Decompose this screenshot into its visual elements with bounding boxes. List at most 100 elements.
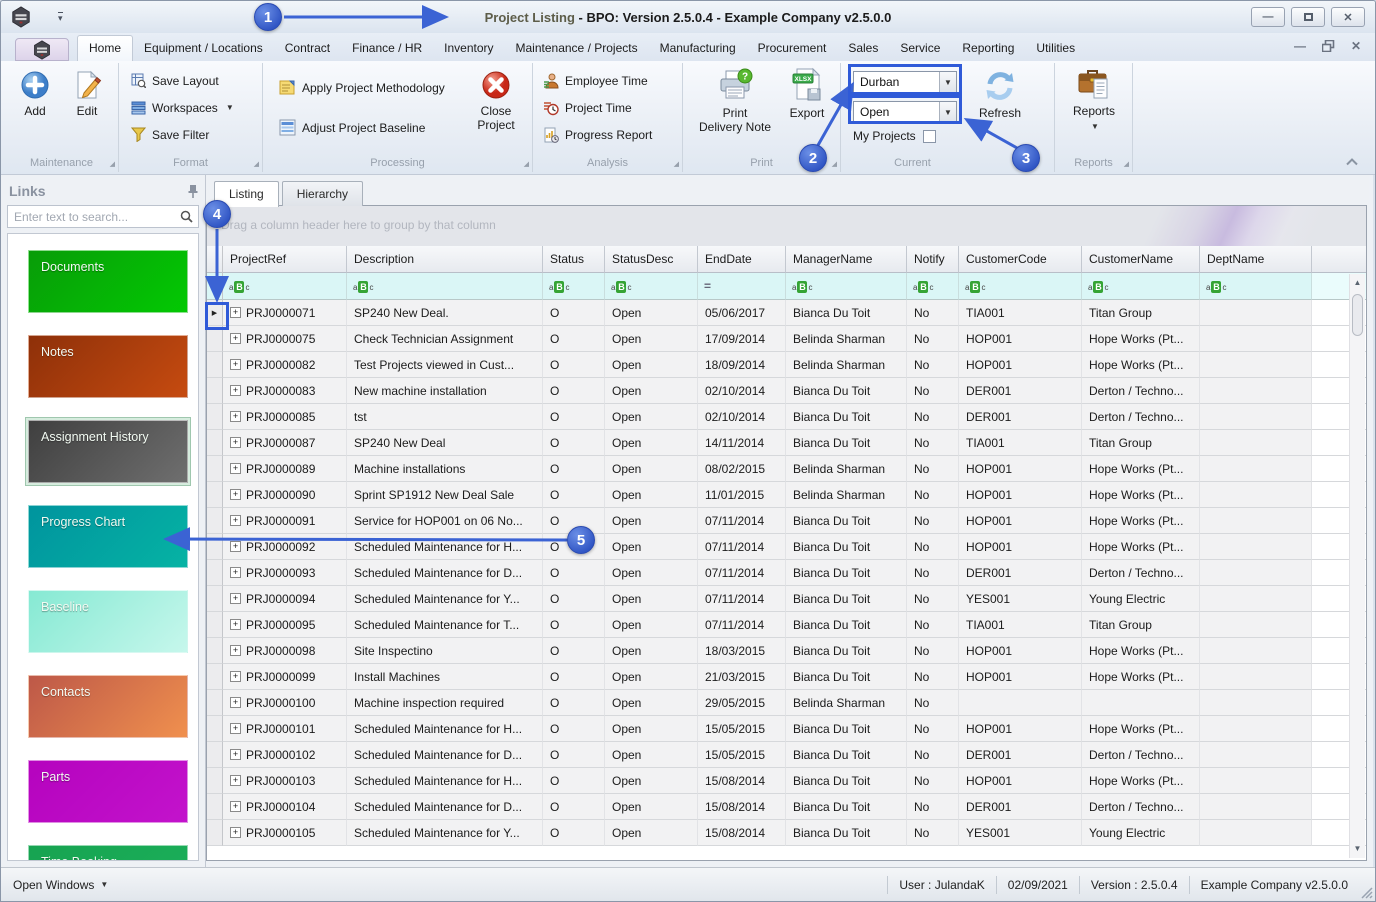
maximize-button[interactable]: [1291, 7, 1325, 27]
save-filter-button[interactable]: Save Filter: [131, 127, 209, 142]
link-tile-progress-chart[interactable]: Progress Chart: [28, 505, 188, 568]
resize-grip-icon[interactable]: [1360, 886, 1373, 899]
grid-tab-hierarchy[interactable]: Hierarchy: [282, 181, 363, 206]
expand-row-icon[interactable]: [230, 385, 241, 396]
analysis-dialog-launcher-icon[interactable]: ◢: [674, 160, 679, 168]
project-time-button[interactable]: Project Time: [543, 100, 632, 116]
close-project-button[interactable]: CloseProject: [467, 69, 525, 132]
employee-time-button[interactable]: Employee Time: [543, 73, 648, 89]
status-combobox[interactable]: Open ▼: [853, 101, 957, 123]
processing-dialog-launcher-icon[interactable]: ◢: [524, 160, 529, 168]
menu-tab-maintenance-projects[interactable]: Maintenance / Projects: [505, 36, 649, 61]
table-row[interactable]: PRJ0000089Machine installationsOOpen08/0…: [207, 456, 1366, 482]
grid-tab-listing[interactable]: Listing: [214, 181, 279, 207]
format-dialog-launcher-icon[interactable]: ◢: [254, 160, 259, 168]
menu-tab-reporting[interactable]: Reporting: [951, 36, 1025, 61]
expand-row-icon[interactable]: [230, 775, 241, 786]
link-tile-notes[interactable]: Notes: [28, 335, 188, 398]
column-header-projectref[interactable]: ProjectRef: [223, 246, 347, 273]
minimize-button[interactable]: —: [1251, 7, 1285, 27]
reports-button[interactable]: Reports▼: [1063, 67, 1125, 132]
expand-row-icon[interactable]: [230, 515, 241, 526]
table-row[interactable]: PRJ0000082Test Projects viewed in Cust..…: [207, 352, 1366, 378]
workspaces-button[interactable]: Workspaces▼: [131, 100, 234, 115]
filter-cell-customername[interactable]: aBc: [1082, 273, 1200, 300]
expand-row-icon[interactable]: [230, 749, 241, 760]
search-icon[interactable]: [180, 210, 193, 223]
save-layout-button[interactable]: Save Layout: [131, 73, 219, 88]
table-row[interactable]: PRJ0000085tstOOpen02/10/2014Bianca Du To…: [207, 404, 1366, 430]
menu-tab-equipment-locations[interactable]: Equipment / Locations: [133, 36, 274, 61]
expand-row-icon[interactable]: [230, 723, 241, 734]
column-header-managername[interactable]: ManagerName: [786, 246, 907, 273]
edit-button[interactable]: Edit: [63, 69, 111, 118]
my-projects-checkbox[interactable]: [923, 130, 936, 143]
table-row[interactable]: PRJ0000099Install MachinesOOpen21/03/201…: [207, 664, 1366, 690]
export-button[interactable]: XLSX Export: [781, 67, 833, 120]
table-row[interactable]: PRJ0000087SP240 New DealOOpen14/11/2014B…: [207, 430, 1366, 456]
maintenance-dialog-launcher-icon[interactable]: ◢: [110, 160, 115, 168]
expand-row-icon[interactable]: [230, 411, 241, 422]
expand-row-icon[interactable]: [230, 697, 241, 708]
expand-row-icon[interactable]: [230, 541, 241, 552]
filter-cell-deptname[interactable]: aBc: [1200, 273, 1312, 300]
filter-cell-customercode[interactable]: aBc: [959, 273, 1082, 300]
column-header-enddate[interactable]: EndDate: [698, 246, 786, 273]
vertical-scrollbar[interactable]: ▲ ▼: [1349, 274, 1365, 858]
expand-row-icon[interactable]: [230, 593, 241, 604]
expand-row-icon[interactable]: [230, 359, 241, 370]
menu-tab-service[interactable]: Service: [889, 36, 951, 61]
expand-row-icon[interactable]: [230, 645, 241, 656]
expand-row-icon[interactable]: [230, 463, 241, 474]
expand-row-icon[interactable]: [230, 827, 241, 838]
expand-row-icon[interactable]: [230, 567, 241, 578]
table-row[interactable]: PRJ0000095Scheduled Maintenance for T...…: [207, 612, 1366, 638]
print-delivery-note-button[interactable]: ? PrintDelivery Note: [697, 67, 773, 134]
table-row[interactable]: PRJ0000094Scheduled Maintenance for Y...…: [207, 586, 1366, 612]
table-row[interactable]: PRJ0000071SP240 New Deal.OOpen05/06/2017…: [207, 300, 1366, 326]
link-tile-time-booking[interactable]: Time Booking: [28, 845, 188, 861]
menu-tab-finance-hr[interactable]: Finance / HR: [341, 36, 433, 61]
filter-cell-description[interactable]: aBc: [347, 273, 543, 300]
scroll-up-icon[interactable]: ▲: [1350, 276, 1365, 290]
menu-tab-sales[interactable]: Sales: [837, 36, 889, 61]
column-header-notify[interactable]: Notify: [907, 246, 959, 273]
mdi-minimize-icon[interactable]: —: [1294, 39, 1306, 53]
add-button[interactable]: Add: [11, 69, 59, 118]
column-header-deptname[interactable]: DeptName: [1200, 246, 1312, 273]
status-combobox-dropdown-icon[interactable]: ▼: [939, 102, 956, 122]
my-projects-checkbox-row[interactable]: My Projects: [853, 129, 936, 143]
filter-cell-managername[interactable]: aBc: [786, 273, 907, 300]
table-row[interactable]: PRJ0000091Service for HOP001 on 06 No...…: [207, 508, 1366, 534]
filter-cell-notify[interactable]: aBc: [907, 273, 959, 300]
open-windows-button[interactable]: Open Windows ▼: [1, 878, 108, 892]
links-search-input[interactable]: [8, 210, 180, 224]
expand-row-icon[interactable]: [230, 671, 241, 682]
close-button[interactable]: ✕: [1331, 7, 1365, 27]
table-row[interactable]: PRJ0000100Machine inspection requiredOOp…: [207, 690, 1366, 716]
link-tile-documents[interactable]: Documents: [28, 250, 188, 313]
mdi-close-icon[interactable]: ✕: [1351, 39, 1361, 53]
table-row[interactable]: PRJ0000103Scheduled Maintenance for H...…: [207, 768, 1366, 794]
table-row[interactable]: PRJ0000083New machine installationOOpen0…: [207, 378, 1366, 404]
links-search-box[interactable]: [7, 205, 199, 228]
link-tile-contacts[interactable]: Contacts: [28, 675, 188, 738]
scroll-down-icon[interactable]: ▼: [1350, 842, 1365, 856]
progress-report-button[interactable]: Progress Report: [543, 127, 652, 143]
column-header-status[interactable]: Status: [543, 246, 605, 273]
table-row[interactable]: PRJ0000090Sprint SP1912 New Deal SaleOOp…: [207, 482, 1366, 508]
mdi-restore-icon[interactable]: [1322, 40, 1335, 52]
menu-tab-utilities[interactable]: Utilities: [1025, 36, 1086, 61]
menu-tab-manufacturing[interactable]: Manufacturing: [649, 36, 747, 61]
filter-cell-status[interactable]: aBc: [543, 273, 605, 300]
table-row[interactable]: PRJ0000098Site InspectinoOOpen18/03/2015…: [207, 638, 1366, 664]
menu-tab-contract[interactable]: Contract: [274, 36, 341, 61]
adjust-project-baseline-button[interactable]: Adjust Project Baseline: [279, 119, 425, 136]
expand-row-icon[interactable]: [230, 489, 241, 500]
filter-cell-enddate[interactable]: =: [698, 273, 786, 300]
print-dialog-launcher-icon[interactable]: ◢: [832, 160, 837, 168]
apply-project-methodology-button[interactable]: Apply Project Methodology: [279, 79, 445, 96]
collapse-ribbon-icon[interactable]: [1345, 157, 1359, 166]
menu-tab-inventory[interactable]: Inventory: [433, 36, 504, 61]
scrollbar-thumb[interactable]: [1352, 294, 1363, 336]
